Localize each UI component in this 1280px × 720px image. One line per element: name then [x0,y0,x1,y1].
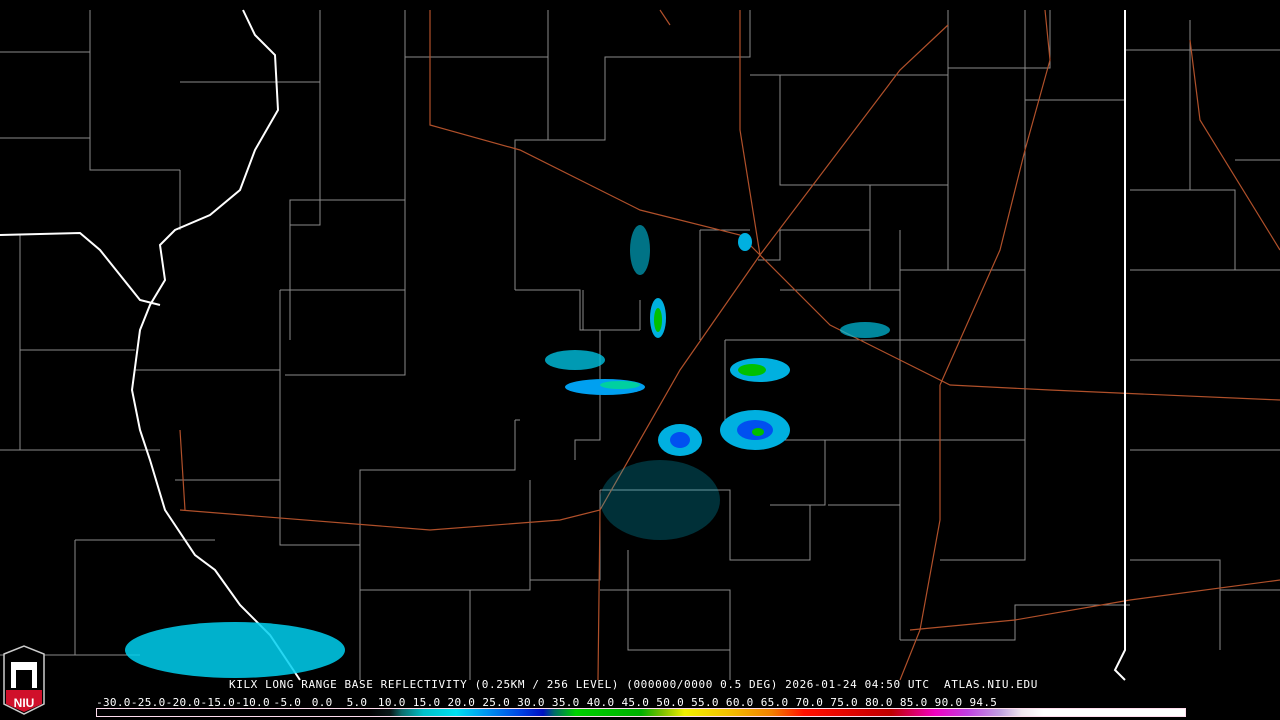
radar-echoes [125,225,890,678]
county-borders [0,10,1280,680]
radar-map[interactable] [0,0,1280,720]
niu-logo: NIU [2,644,46,720]
reflectivity-colorbar [96,708,1186,717]
product-caption: KILX LONG RANGE BASE REFLECTIVITY (0.25K… [229,678,1038,691]
svg-text:NIU: NIU [14,696,35,710]
highways [179,9,1280,681]
